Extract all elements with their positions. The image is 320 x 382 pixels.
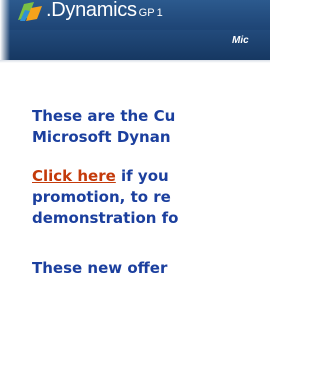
header-banner: .Dynamics GP 1 Mic (0, 0, 270, 60)
cta-line-1-text: if you (115, 167, 169, 185)
dynamics-logo-icon (18, 2, 42, 21)
product-name: .Dynamics (46, 0, 137, 21)
cta-line-2: promotion, to re (32, 188, 171, 206)
product-suffix: 1 (156, 7, 163, 19)
offers-line-1: These new offer (32, 259, 168, 277)
cta-line-1: Click here if you (32, 166, 179, 187)
intro-line-2: Microsoft Dynan (32, 128, 171, 146)
product-edition: GP (138, 7, 155, 19)
cta-line-3: demonstration fo (32, 209, 179, 227)
banner-divider (0, 60, 270, 63)
banner-lower-band (0, 30, 270, 60)
intro-line-1: These are the Cu (32, 107, 176, 125)
company-wordmark: Mic (232, 35, 249, 46)
intro-paragraph: These are the Cu Microsoft Dynan (32, 106, 175, 148)
click-here-link[interactable]: Click here (32, 167, 116, 185)
offers-paragraph: These new offer (32, 258, 167, 279)
banner-edge-fade (0, 0, 10, 60)
product-logo-text: .Dynamics GP 1 (46, 0, 163, 23)
cta-paragraph: Click here if you promotion, to re demon… (32, 166, 179, 229)
